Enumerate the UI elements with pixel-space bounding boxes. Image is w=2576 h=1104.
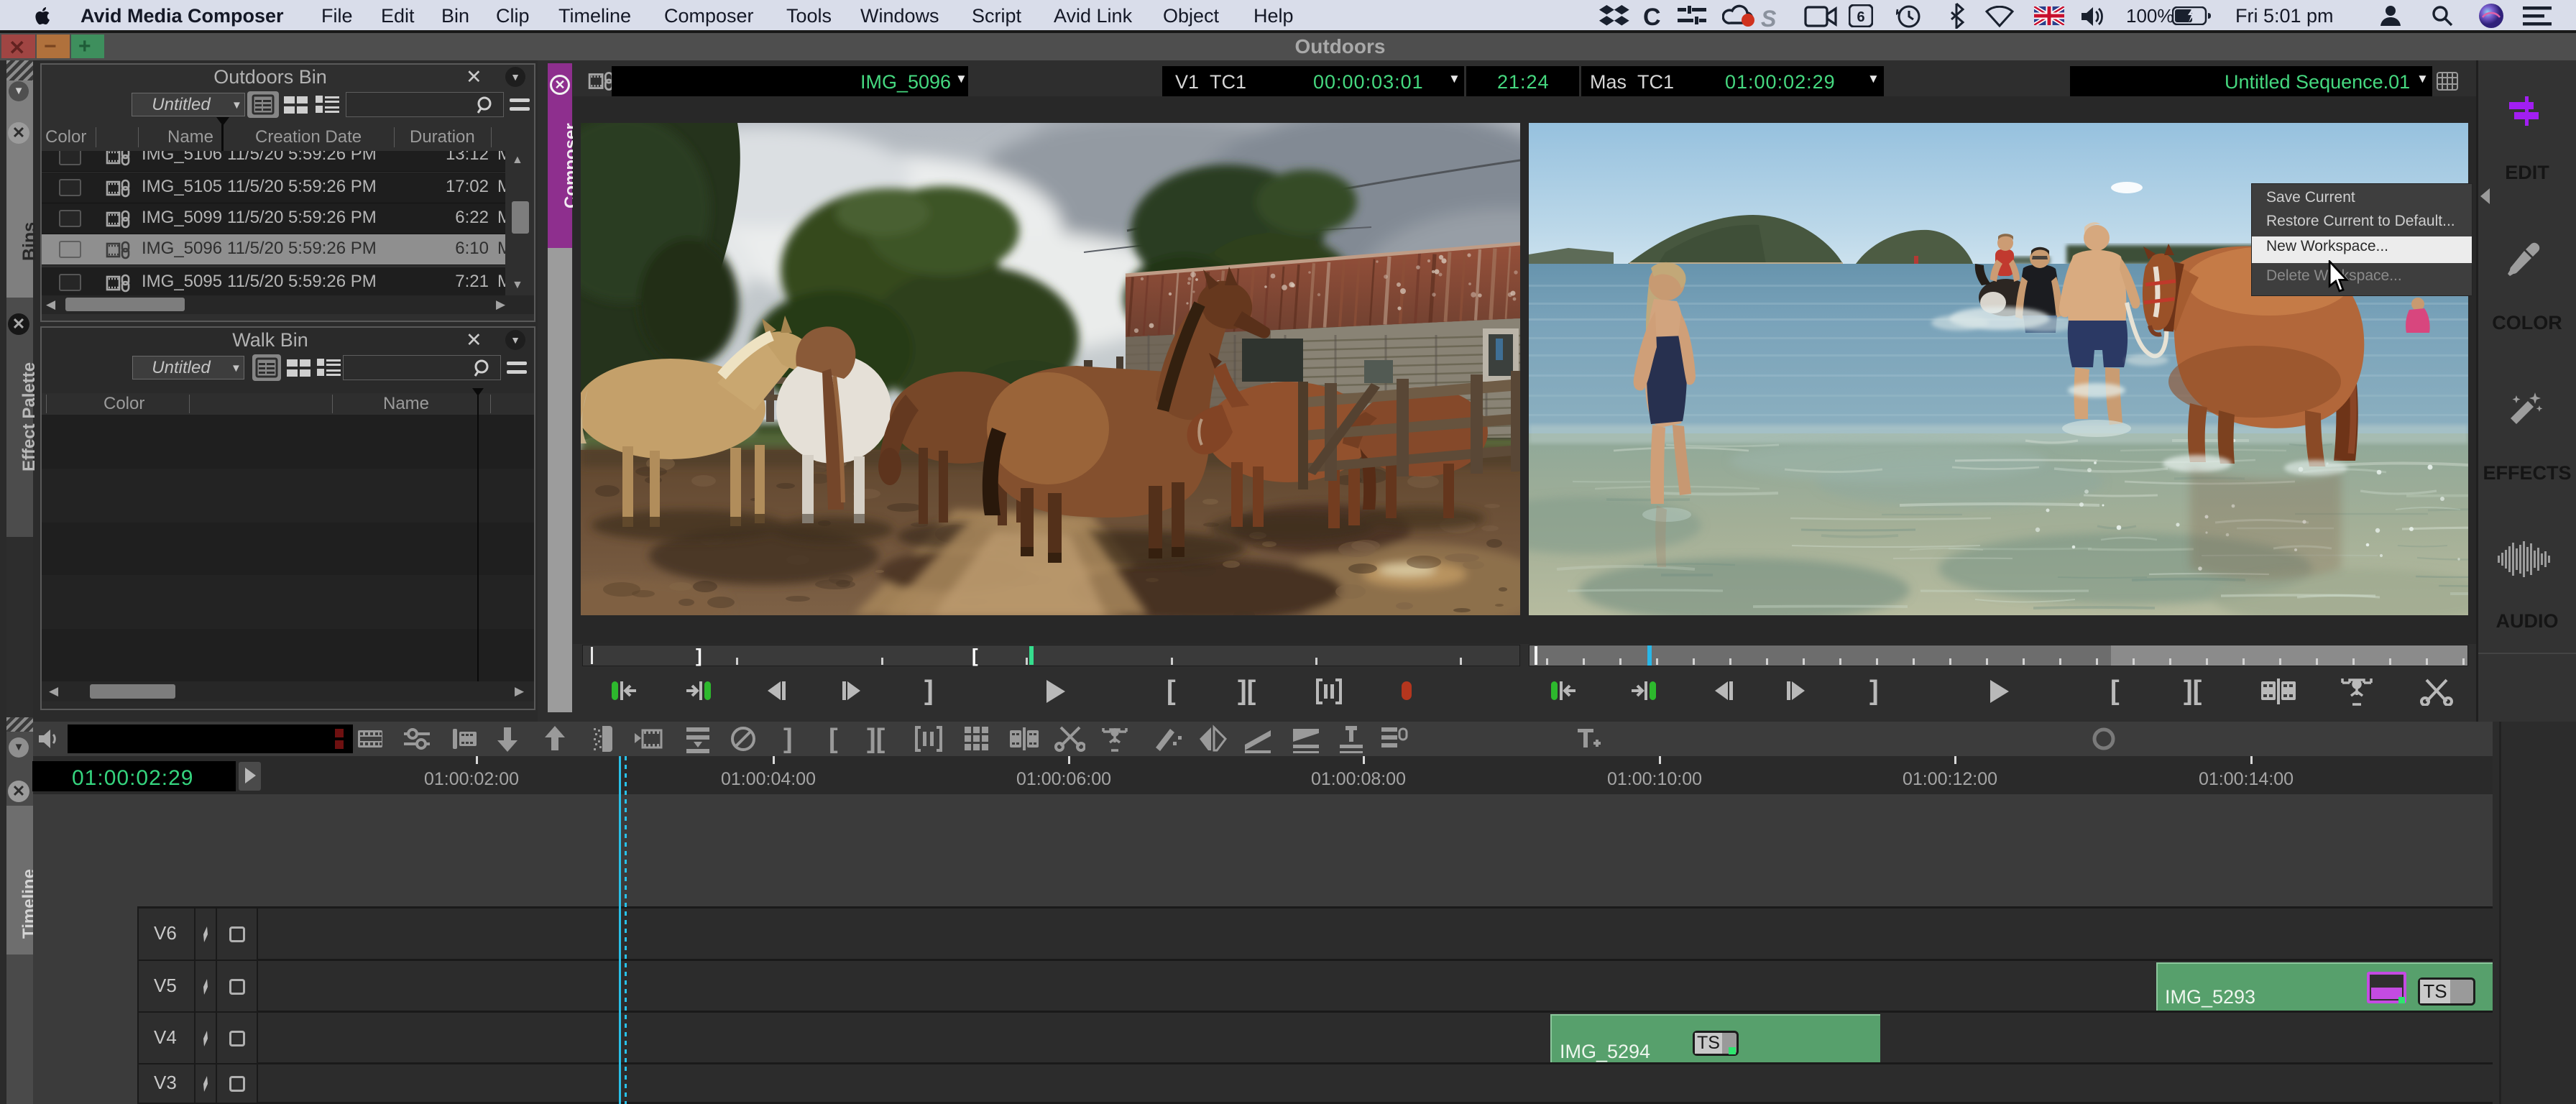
svg-text:6: 6 [1857,9,1864,25]
svg-text:][: ][ [867,724,886,754]
svg-text:[: [ [829,724,838,754]
svg-text:]: ] [783,724,793,754]
